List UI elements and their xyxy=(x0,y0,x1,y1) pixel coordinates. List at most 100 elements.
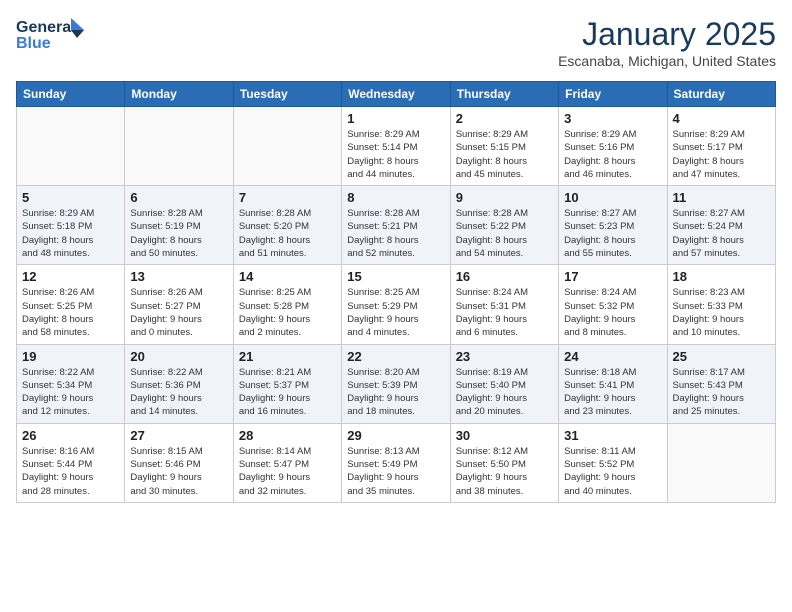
calendar-day-cell: 24 Sunrise: 8:18 AM Sunset: 5:41 PM Dayli… xyxy=(559,344,667,423)
day-number: 31 xyxy=(564,428,661,443)
calendar-day-cell: 8 Sunrise: 8:28 AM Sunset: 5:21 PM Daylig… xyxy=(342,186,450,265)
calendar-day-cell: 16Sunrise: 8:24 AM Sunset: 5:31 PM Dayli… xyxy=(450,265,558,344)
day-number: 9 xyxy=(456,190,553,205)
day-number: 10 xyxy=(564,190,661,205)
weekday-header-wednesday: Wednesday xyxy=(342,82,450,107)
day-number: 11 xyxy=(673,190,770,205)
calendar-day-cell: 21 Sunrise: 8:21 AM Sunset: 5:37 PM Dayli… xyxy=(233,344,341,423)
calendar-week-row: 26 Sunrise: 8:16 AM Sunset: 5:44 PM Dayli… xyxy=(17,423,776,502)
day-info: Sunrise: 8:16 AM Sunset: 5:44 PM Dayligh… xyxy=(22,445,119,498)
day-number: 23 xyxy=(456,349,553,364)
weekday-header-sunday: Sunday xyxy=(17,82,125,107)
page-header: GeneralBlue January 2025 Escanaba, Michi… xyxy=(16,16,776,69)
weekday-header-tuesday: Tuesday xyxy=(233,82,341,107)
day-number: 6 xyxy=(130,190,227,205)
day-number: 26 xyxy=(22,428,119,443)
calendar-day-cell: 30 Sunrise: 8:12 AM Sunset: 5:50 PM Dayli… xyxy=(450,423,558,502)
day-info: Sunrise: 8:17 AM Sunset: 5:43 PM Dayligh… xyxy=(673,366,770,419)
day-info: Sunrise: 8:28 AM Sunset: 5:22 PM Dayligh… xyxy=(456,207,553,260)
weekday-header-thursday: Thursday xyxy=(450,82,558,107)
day-number: 15 xyxy=(347,269,444,284)
weekday-header-row: SundayMondayTuesdayWednesdayThursdayFrid… xyxy=(17,82,776,107)
day-info: Sunrise: 8:18 AM Sunset: 5:41 PM Dayligh… xyxy=(564,366,661,419)
day-info: Sunrise: 8:12 AM Sunset: 5:50 PM Dayligh… xyxy=(456,445,553,498)
svg-text:Blue: Blue xyxy=(16,35,51,52)
day-number: 18 xyxy=(673,269,770,284)
calendar-day-cell: 14Sunrise: 8:25 AM Sunset: 5:28 PM Dayli… xyxy=(233,265,341,344)
day-info: Sunrise: 8:29 AM Sunset: 5:18 PM Dayligh… xyxy=(22,207,119,260)
day-number: 2 xyxy=(456,111,553,126)
calendar-day-cell: 1 Sunrise: 8:29 AM Sunset: 5:14 PM Daylig… xyxy=(342,107,450,186)
day-info: Sunrise: 8:26 AM Sunset: 5:25 PM Dayligh… xyxy=(22,286,119,339)
calendar-day-cell: 28 Sunrise: 8:14 AM Sunset: 5:47 PM Dayli… xyxy=(233,423,341,502)
day-number: 17 xyxy=(564,269,661,284)
day-number: 13 xyxy=(130,269,227,284)
calendar-day-cell: 17Sunrise: 8:24 AM Sunset: 5:32 PM Dayli… xyxy=(559,265,667,344)
day-number: 12 xyxy=(22,269,119,284)
calendar-day-cell: 19Sunrise: 8:22 AM Sunset: 5:34 PM Dayli… xyxy=(17,344,125,423)
day-number: 29 xyxy=(347,428,444,443)
calendar-day-cell: 23 Sunrise: 8:19 AM Sunset: 5:40 PM Dayli… xyxy=(450,344,558,423)
svg-text:General: General xyxy=(16,19,76,36)
day-info: Sunrise: 8:25 AM Sunset: 5:29 PM Dayligh… xyxy=(347,286,444,339)
calendar-day-cell: 15 Sunrise: 8:25 AM Sunset: 5:29 PM Dayli… xyxy=(342,265,450,344)
day-info: Sunrise: 8:19 AM Sunset: 5:40 PM Dayligh… xyxy=(456,366,553,419)
calendar-day-cell: 5 Sunrise: 8:29 AM Sunset: 5:18 PM Daylig… xyxy=(17,186,125,265)
month-title: January 2025 xyxy=(558,16,776,53)
calendar-day-cell xyxy=(667,423,775,502)
calendar-day-cell: 27Sunrise: 8:15 AM Sunset: 5:46 PM Dayli… xyxy=(125,423,233,502)
day-number: 7 xyxy=(239,190,336,205)
day-number: 25 xyxy=(673,349,770,364)
day-info: Sunrise: 8:27 AM Sunset: 5:24 PM Dayligh… xyxy=(673,207,770,260)
day-number: 8 xyxy=(347,190,444,205)
day-info: Sunrise: 8:29 AM Sunset: 5:17 PM Dayligh… xyxy=(673,128,770,181)
day-info: Sunrise: 8:21 AM Sunset: 5:37 PM Dayligh… xyxy=(239,366,336,419)
day-number: 3 xyxy=(564,111,661,126)
subtitle: Escanaba, Michigan, United States xyxy=(558,53,776,69)
calendar-week-row: 19Sunrise: 8:22 AM Sunset: 5:34 PM Dayli… xyxy=(17,344,776,423)
day-info: Sunrise: 8:22 AM Sunset: 5:34 PM Dayligh… xyxy=(22,366,119,419)
day-info: Sunrise: 8:29 AM Sunset: 5:16 PM Dayligh… xyxy=(564,128,661,181)
calendar-day-cell: 12 Sunrise: 8:26 AM Sunset: 5:25 PM Dayli… xyxy=(17,265,125,344)
calendar-day-cell: 26 Sunrise: 8:16 AM Sunset: 5:44 PM Dayli… xyxy=(17,423,125,502)
weekday-header-saturday: Saturday xyxy=(667,82,775,107)
calendar-day-cell: 25 Sunrise: 8:17 AM Sunset: 5:43 PM Dayli… xyxy=(667,344,775,423)
day-number: 20 xyxy=(130,349,227,364)
calendar-day-cell xyxy=(233,107,341,186)
day-info: Sunrise: 8:28 AM Sunset: 5:21 PM Dayligh… xyxy=(347,207,444,260)
calendar-day-cell: 9 Sunrise: 8:28 AM Sunset: 5:22 PM Daylig… xyxy=(450,186,558,265)
calendar: SundayMondayTuesdayWednesdayThursdayFrid… xyxy=(16,81,776,503)
calendar-day-cell xyxy=(17,107,125,186)
calendar-day-cell: 20 Sunrise: 8:22 AM Sunset: 5:36 PM Dayli… xyxy=(125,344,233,423)
calendar-day-cell: 31Sunrise: 8:11 AM Sunset: 5:52 PM Dayli… xyxy=(559,423,667,502)
day-info: Sunrise: 8:29 AM Sunset: 5:14 PM Dayligh… xyxy=(347,128,444,181)
day-number: 21 xyxy=(239,349,336,364)
day-info: Sunrise: 8:25 AM Sunset: 5:28 PM Dayligh… xyxy=(239,286,336,339)
day-info: Sunrise: 8:23 AM Sunset: 5:33 PM Dayligh… xyxy=(673,286,770,339)
calendar-week-row: 5 Sunrise: 8:29 AM Sunset: 5:18 PM Daylig… xyxy=(17,186,776,265)
calendar-day-cell: 13Sunrise: 8:26 AM Sunset: 5:27 PM Dayli… xyxy=(125,265,233,344)
calendar-day-cell: 7 Sunrise: 8:28 AM Sunset: 5:20 PM Daylig… xyxy=(233,186,341,265)
day-number: 5 xyxy=(22,190,119,205)
calendar-day-cell: 11 Sunrise: 8:27 AM Sunset: 5:24 PM Dayli… xyxy=(667,186,775,265)
calendar-week-row: 1 Sunrise: 8:29 AM Sunset: 5:14 PM Daylig… xyxy=(17,107,776,186)
day-info: Sunrise: 8:29 AM Sunset: 5:15 PM Dayligh… xyxy=(456,128,553,181)
day-number: 4 xyxy=(673,111,770,126)
day-number: 30 xyxy=(456,428,553,443)
day-info: Sunrise: 8:27 AM Sunset: 5:23 PM Dayligh… xyxy=(564,207,661,260)
calendar-day-cell: 6Sunrise: 8:28 AM Sunset: 5:19 PM Daylig… xyxy=(125,186,233,265)
weekday-header-friday: Friday xyxy=(559,82,667,107)
calendar-week-row: 12 Sunrise: 8:26 AM Sunset: 5:25 PM Dayli… xyxy=(17,265,776,344)
day-number: 1 xyxy=(347,111,444,126)
day-number: 28 xyxy=(239,428,336,443)
day-info: Sunrise: 8:22 AM Sunset: 5:36 PM Dayligh… xyxy=(130,366,227,419)
logo-svg: GeneralBlue xyxy=(16,16,86,52)
calendar-day-cell: 4 Sunrise: 8:29 AM Sunset: 5:17 PM Daylig… xyxy=(667,107,775,186)
calendar-day-cell: 18 Sunrise: 8:23 AM Sunset: 5:33 PM Dayli… xyxy=(667,265,775,344)
day-info: Sunrise: 8:28 AM Sunset: 5:20 PM Dayligh… xyxy=(239,207,336,260)
day-number: 24 xyxy=(564,349,661,364)
day-info: Sunrise: 8:13 AM Sunset: 5:49 PM Dayligh… xyxy=(347,445,444,498)
day-info: Sunrise: 8:14 AM Sunset: 5:47 PM Dayligh… xyxy=(239,445,336,498)
day-number: 22 xyxy=(347,349,444,364)
calendar-day-cell: 10 Sunrise: 8:27 AM Sunset: 5:23 PM Dayli… xyxy=(559,186,667,265)
